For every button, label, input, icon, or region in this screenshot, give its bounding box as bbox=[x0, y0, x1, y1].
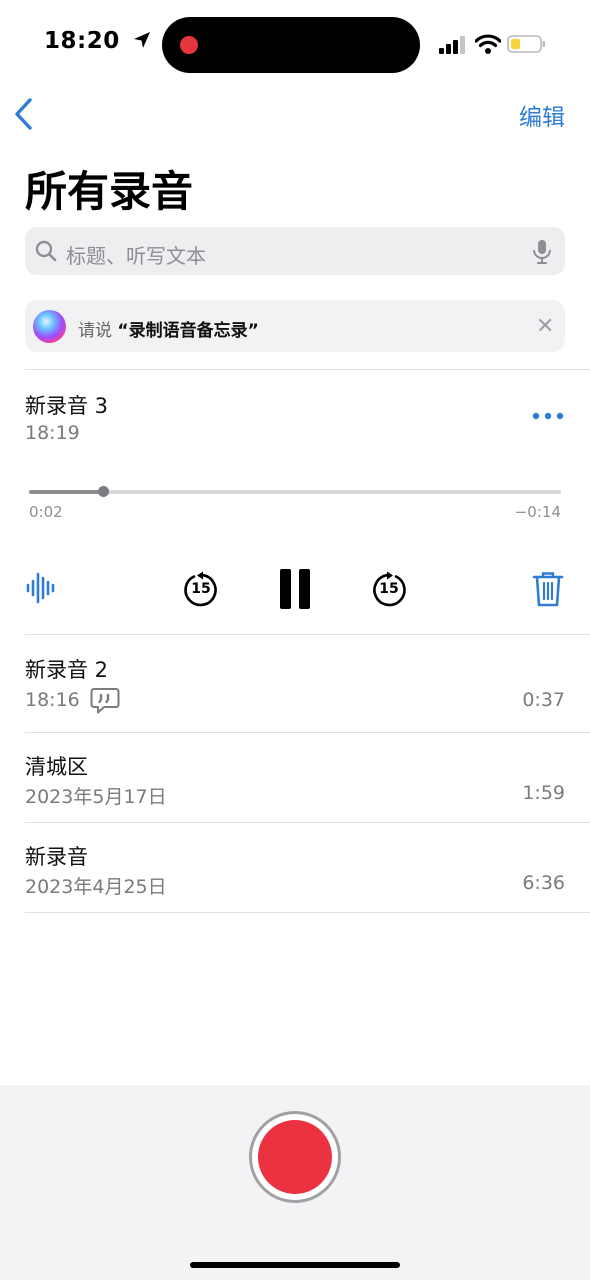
trash-icon[interactable] bbox=[532, 570, 564, 608]
back-chevron-icon[interactable] bbox=[10, 96, 40, 132]
battery-icon bbox=[507, 35, 545, 53]
recording-title: 新录音 2 bbox=[25, 658, 109, 682]
active-recording-title: 新录音 3 bbox=[25, 394, 109, 418]
siri-suggestion-text: 请说 “录制语音备忘录” bbox=[78, 316, 259, 341]
recording-duration: 0:37 bbox=[522, 689, 565, 711]
edit-button[interactable]: 编辑 bbox=[519, 98, 565, 132]
record-icon bbox=[258, 1120, 332, 1194]
pause-icon[interactable] bbox=[278, 567, 312, 611]
recording-date: 2023年5月17日 bbox=[25, 786, 167, 808]
status-time: 18:20 bbox=[44, 28, 152, 54]
siri-phrase: “录制语音备忘录” bbox=[117, 321, 259, 341]
skip-forward-seconds: 15 bbox=[379, 581, 399, 597]
waveform-icon[interactable] bbox=[26, 570, 58, 606]
recording-date: 18:16 bbox=[25, 689, 80, 711]
list-item[interactable]: 新录音 2 18:16 0:37 bbox=[0, 635, 590, 732]
search-icon bbox=[35, 240, 57, 262]
close-icon[interactable]: ✕ bbox=[536, 314, 554, 339]
location-arrow-icon bbox=[134, 32, 151, 48]
siri-icon bbox=[33, 310, 66, 343]
recording-duration: 6:36 bbox=[522, 872, 565, 894]
record-button-ring bbox=[252, 1114, 338, 1200]
list-item[interactable]: 新录音 2023年4月25日 6:36 bbox=[0, 823, 590, 912]
skip-forward-button[interactable]: 15 bbox=[370, 571, 408, 609]
recording-title: 清城区 bbox=[25, 755, 88, 779]
playback-progress bbox=[29, 490, 103, 494]
divider bbox=[25, 369, 590, 370]
remaining-time: −0:14 bbox=[514, 503, 561, 521]
cellular-signal-icon bbox=[439, 36, 465, 54]
siri-prefix: 请说 bbox=[78, 321, 112, 341]
skip-back-seconds: 15 bbox=[191, 581, 211, 597]
search-placeholder: 标题、听写文本 bbox=[66, 244, 206, 268]
skip-back-button[interactable]: 15 bbox=[182, 571, 220, 609]
transcript-icon bbox=[90, 688, 120, 714]
record-button[interactable] bbox=[249, 1111, 341, 1203]
list-item[interactable]: 清城区 2023年5月17日 1:59 bbox=[0, 733, 590, 822]
more-options-icon[interactable] bbox=[531, 410, 565, 422]
status-time-text: 18:20 bbox=[44, 28, 120, 54]
wifi-icon bbox=[475, 34, 501, 54]
recording-duration: 1:59 bbox=[522, 782, 565, 804]
dynamic-island bbox=[162, 17, 420, 73]
home-indicator[interactable] bbox=[190, 1262, 400, 1268]
microphone-icon[interactable] bbox=[531, 238, 553, 266]
active-recording-time: 18:19 bbox=[25, 422, 80, 444]
recording-date: 2023年4月25日 bbox=[25, 876, 167, 898]
divider bbox=[25, 912, 590, 913]
elapsed-time: 0:02 bbox=[29, 503, 63, 521]
scrubber-handle[interactable] bbox=[98, 486, 109, 497]
recording-indicator-icon bbox=[180, 36, 198, 54]
page-title: 所有录音 bbox=[25, 167, 194, 216]
recording-title: 新录音 bbox=[25, 845, 88, 869]
